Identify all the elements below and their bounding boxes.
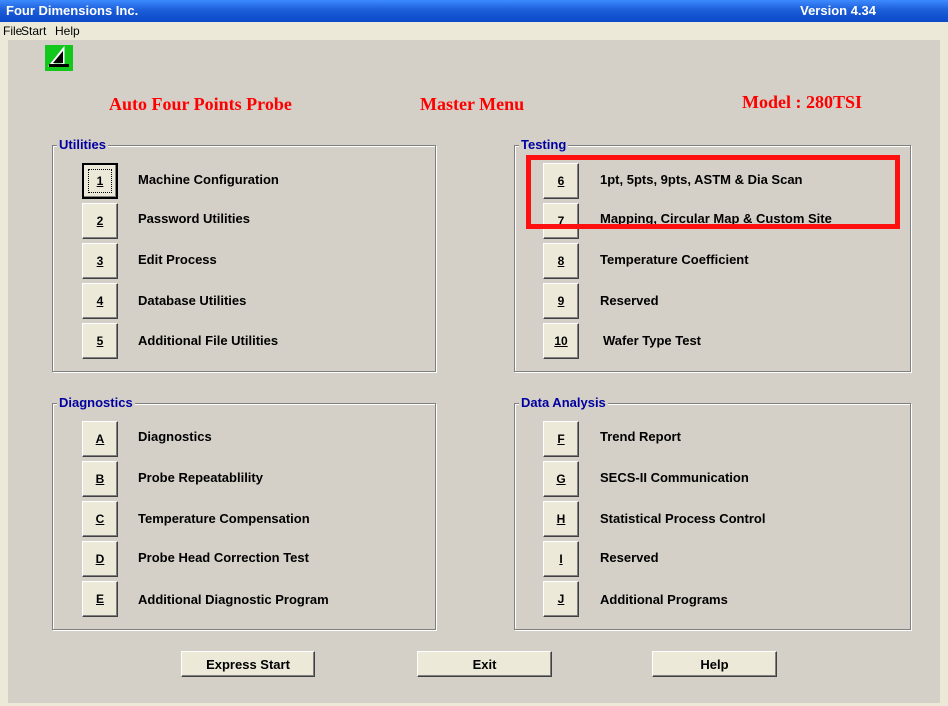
utilities-group-title: Utilities <box>57 137 108 152</box>
label-trend-report: Trend Report <box>600 429 681 444</box>
label-wafer-type-test: Wafer Type Test <box>603 333 702 348</box>
button-d[interactable]: D <box>82 541 118 577</box>
label-probe-head-correction-test: Probe Head Correction Test <box>138 550 309 565</box>
button-b[interactable]: B <box>82 461 118 497</box>
label-additional-file-utilities: Additional File Utilities <box>138 333 279 348</box>
label-additional-programs: Additional Programs <box>600 592 728 607</box>
button-h[interactable]: H <box>543 501 579 537</box>
model-label: Model : 280TSI <box>742 92 863 112</box>
label-reserved-testing: Reserved <box>600 293 659 308</box>
version-label: Version 4.34 <box>800 3 876 18</box>
button-i[interactable]: I <box>543 541 579 577</box>
button-3[interactable]: 3 <box>82 243 118 279</box>
label-secs-ii-communication: SECS-II Communication <box>600 470 749 485</box>
title-bar: Four Dimensions Inc. Version 4.34 <box>0 0 948 22</box>
app-name: Auto Four Points Probe <box>109 94 292 114</box>
label-probe-repeatability: Probe Repeatablility <box>138 470 263 485</box>
button-10[interactable]: 10 <box>543 323 579 359</box>
label-machine-configuration: Machine Configuration <box>138 172 279 187</box>
button-5[interactable]: 5 <box>82 323 118 359</box>
label-temperature-compensation: Temperature Compensation <box>138 511 310 526</box>
button-9[interactable]: 9 <box>543 283 579 319</box>
menu-help[interactable]: Help <box>55 24 80 38</box>
menu-bar: File Start Help <box>0 22 948 40</box>
label-password-utilities: Password Utilities <box>138 211 250 226</box>
menu-file[interactable]: File <box>3 24 22 38</box>
data-analysis-group-title: Data Analysis <box>519 395 608 410</box>
label-statistical-process-control: Statistical Process Control <box>600 511 766 526</box>
highlight-box <box>526 155 900 229</box>
four-dimensions-logo-icon <box>45 45 73 71</box>
button-e[interactable]: E <box>82 581 118 617</box>
button-c[interactable]: C <box>82 501 118 537</box>
exit-button[interactable]: Exit <box>417 651 552 677</box>
help-button[interactable]: Help <box>652 651 777 677</box>
label-temperature-coefficient: Temperature Coefficient <box>600 252 749 267</box>
button-1[interactable]: 1 <box>82 163 118 199</box>
button-g[interactable]: G <box>543 461 579 497</box>
menu-start[interactable]: Start <box>21 24 46 38</box>
label-diagnostics: Diagnostics <box>138 429 212 444</box>
button-2[interactable]: 2 <box>82 203 118 239</box>
button-f[interactable]: F <box>543 421 579 457</box>
button-8[interactable]: 8 <box>543 243 579 279</box>
menu-title: Master Menu <box>420 94 525 114</box>
diagnostics-group-title: Diagnostics <box>57 395 135 410</box>
button-j[interactable]: J <box>543 581 579 617</box>
label-additional-diagnostic-program: Additional Diagnostic Program <box>138 592 329 607</box>
testing-group-title: Testing <box>519 137 569 152</box>
express-start-button[interactable]: Express Start <box>181 651 315 677</box>
button-4[interactable]: 4 <box>82 283 118 319</box>
window-title: Four Dimensions Inc. <box>6 3 139 18</box>
label-database-utilities: Database Utilities <box>138 293 247 308</box>
label-edit-process: Edit Process <box>138 252 217 267</box>
label-reserved-analysis: Reserved <box>600 550 659 565</box>
button-a[interactable]: A <box>82 421 118 457</box>
